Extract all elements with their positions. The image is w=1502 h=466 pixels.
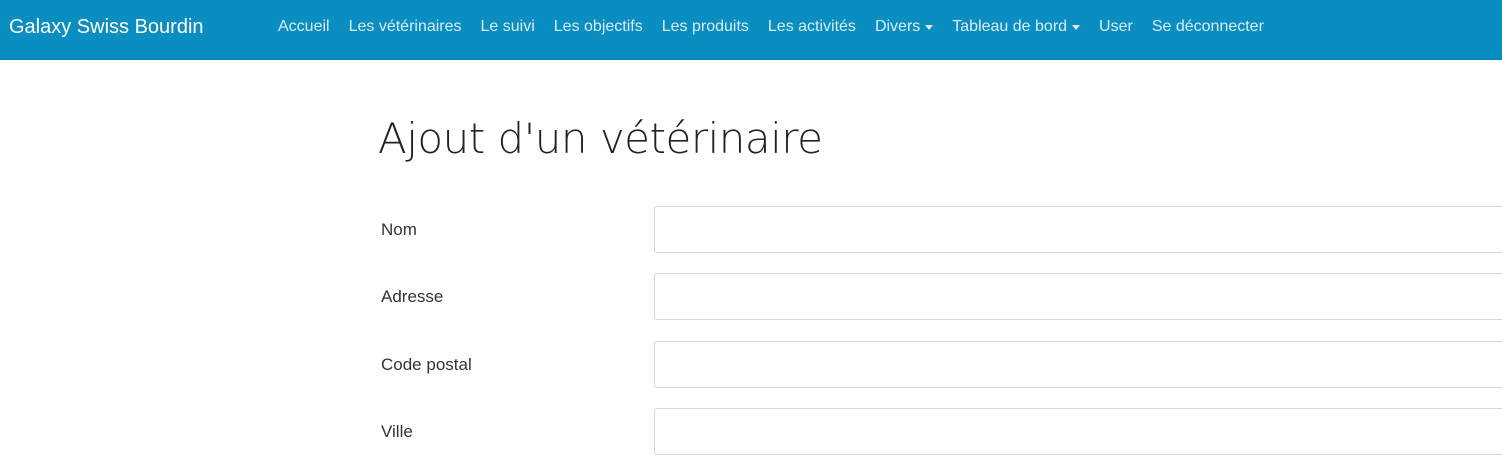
brand-link[interactable]: Galaxy Swiss Bourdin [9,14,204,40]
code-postal-input[interactable] [654,341,1502,388]
nav-item-label: Se déconnecter [1151,18,1264,35]
nav-item-accueil[interactable]: Accueil [278,16,330,38]
caret-down-icon [925,25,934,30]
nav-item-label: Les objectifs [553,18,643,35]
nav-item-activites[interactable]: Les activités [768,16,856,38]
page-title: Ajout d'un vétérinaire [378,114,823,163]
nav-item-objectifs[interactable]: Les objectifs [554,16,643,38]
nav-item-suivi[interactable]: Le suivi [481,16,535,38]
nav-item-label: Divers [874,18,921,35]
form-row-adresse: Adresse [0,273,1502,321]
form-row-ville: Ville [0,408,1502,456]
adresse-label: Adresse [381,287,444,306]
code-postal-label: Code postal [381,355,472,374]
adresse-input[interactable] [654,273,1502,320]
nav-item-label: User [1099,18,1133,35]
nav-item-label: Accueil [278,18,330,35]
form-row-nom: Nom [0,206,1502,254]
nom-label: Nom [381,220,417,239]
caret-down-icon [1072,25,1081,30]
nav-menu: Accueil Les vétérinaires Le suivi Les ob… [278,16,1283,38]
top-navbar: Galaxy Swiss Bourdin Accueil Les vétérin… [0,0,1502,60]
nav-item-logout[interactable]: Se déconnecter [1152,16,1264,38]
ville-input[interactable] [654,408,1502,455]
nav-item-produits[interactable]: Les produits [662,16,749,38]
nav-item-label: Tableau de bord [952,18,1068,35]
nom-input[interactable] [654,206,1502,253]
nav-item-label: Le suivi [480,18,535,35]
form-row-code-postal: Code postal [0,341,1502,389]
nav-item-label: Les vétérinaires [348,18,462,35]
ville-label: Ville [381,422,413,441]
nav-item-label: Les activités [767,18,856,35]
nav-dropdown-divers[interactable]: Divers [874,16,934,38]
nav-dropdown-tableau-de-bord[interactable]: Tableau de bord [952,16,1081,38]
nav-item-user[interactable]: User [1099,16,1133,38]
nav-item-veterinaires[interactable]: Les vétérinaires [349,16,462,38]
nav-item-label: Les produits [661,18,749,35]
